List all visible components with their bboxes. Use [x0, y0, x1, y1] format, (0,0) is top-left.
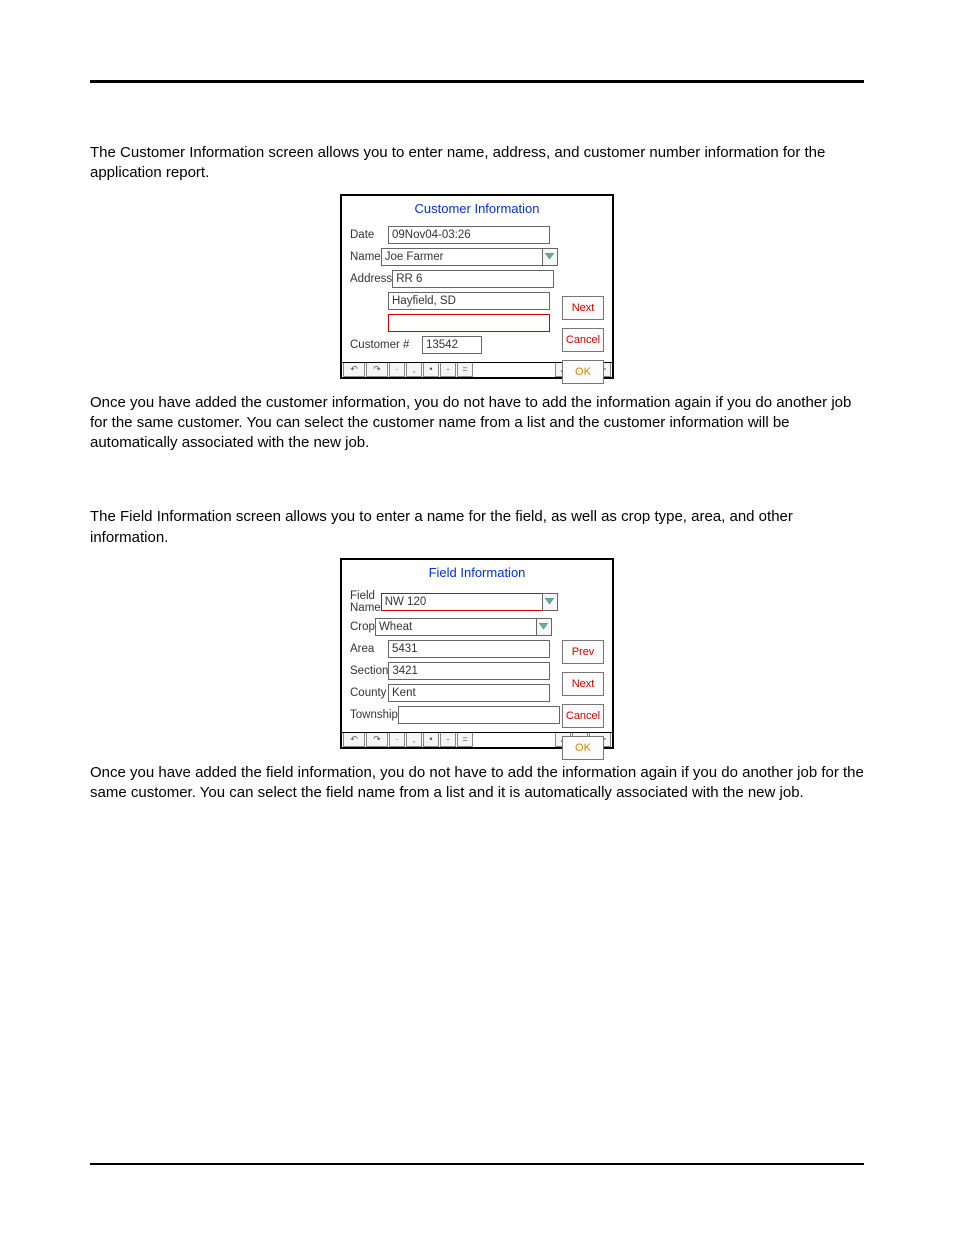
tab-dash-icon[interactable]: -: [440, 733, 456, 747]
crop-label: Crop: [350, 621, 375, 633]
area-input[interactable]: [388, 640, 550, 658]
next-button[interactable]: Next: [562, 672, 604, 696]
name-dropdown[interactable]: [381, 248, 558, 266]
tab-undo-icon[interactable]: ↶: [343, 363, 365, 377]
customer-form-title: Customer Information: [342, 196, 612, 220]
county-input[interactable]: [388, 684, 550, 702]
tab-undo-icon[interactable]: ↶: [343, 733, 365, 747]
field-followup-paragraph: Once you have added the field informatio…: [90, 763, 864, 804]
dropdown-arrow-icon[interactable]: [536, 618, 552, 636]
section-label: Section: [350, 665, 388, 677]
date-label: Date: [350, 229, 388, 241]
fieldname-input[interactable]: [381, 593, 542, 611]
county-label: County: [350, 687, 388, 699]
dropdown-arrow-icon[interactable]: [542, 593, 558, 611]
address-line1-input[interactable]: [392, 270, 554, 288]
bottom-rule: [90, 1163, 864, 1165]
field-info-form: Field Information Field Name Crop: [340, 558, 614, 749]
cancel-button[interactable]: Cancel: [562, 704, 604, 728]
tab-equals-icon[interactable]: =: [457, 733, 473, 747]
tab-comma-icon[interactable]: ,: [406, 733, 422, 747]
address-line3-input[interactable]: [388, 314, 550, 332]
customer-number-label: Customer #: [350, 339, 422, 351]
tab-dot-icon[interactable]: ·: [389, 363, 405, 377]
tab-dot-icon[interactable]: ·: [389, 733, 405, 747]
date-input[interactable]: [388, 226, 550, 244]
fieldname-dropdown[interactable]: [381, 593, 558, 611]
customer-info-form: Customer Information Date Name: [340, 194, 614, 379]
township-label: Township: [350, 709, 398, 721]
address-line2-input[interactable]: [388, 292, 550, 310]
fieldname-label: Field Name: [350, 590, 381, 614]
name-label: Name: [350, 251, 381, 263]
township-input[interactable]: [398, 706, 560, 724]
area-label: Area: [350, 643, 388, 655]
cancel-button[interactable]: Cancel: [562, 328, 604, 352]
tab-bullet-icon[interactable]: •: [423, 733, 439, 747]
tab-redo-icon[interactable]: ↷: [366, 363, 388, 377]
dropdown-arrow-icon[interactable]: [542, 248, 558, 266]
ok-button[interactable]: OK: [562, 736, 604, 760]
customer-followup-paragraph: Once you have added the customer informa…: [90, 393, 864, 454]
name-input[interactable]: [381, 248, 542, 266]
tab-equals-icon[interactable]: =: [457, 363, 473, 377]
customer-number-input[interactable]: [422, 336, 482, 354]
customer-intro-paragraph: The Customer Information screen allows y…: [90, 143, 864, 184]
tab-bullet-icon[interactable]: •: [423, 363, 439, 377]
tab-redo-icon[interactable]: ↷: [366, 733, 388, 747]
section-input[interactable]: [388, 662, 550, 680]
crop-dropdown[interactable]: [375, 618, 552, 636]
address-label: Address: [350, 273, 392, 285]
tab-dash-icon[interactable]: -: [440, 363, 456, 377]
top-rule: [90, 80, 864, 83]
field-intro-paragraph: The Field Information screen allows you …: [90, 507, 864, 548]
tab-comma-icon[interactable]: ,: [406, 363, 422, 377]
ok-button[interactable]: OK: [562, 360, 604, 384]
next-button[interactable]: Next: [562, 296, 604, 320]
field-form-title: Field Information: [342, 560, 612, 584]
prev-button[interactable]: Prev: [562, 640, 604, 664]
crop-input[interactable]: [375, 618, 536, 636]
